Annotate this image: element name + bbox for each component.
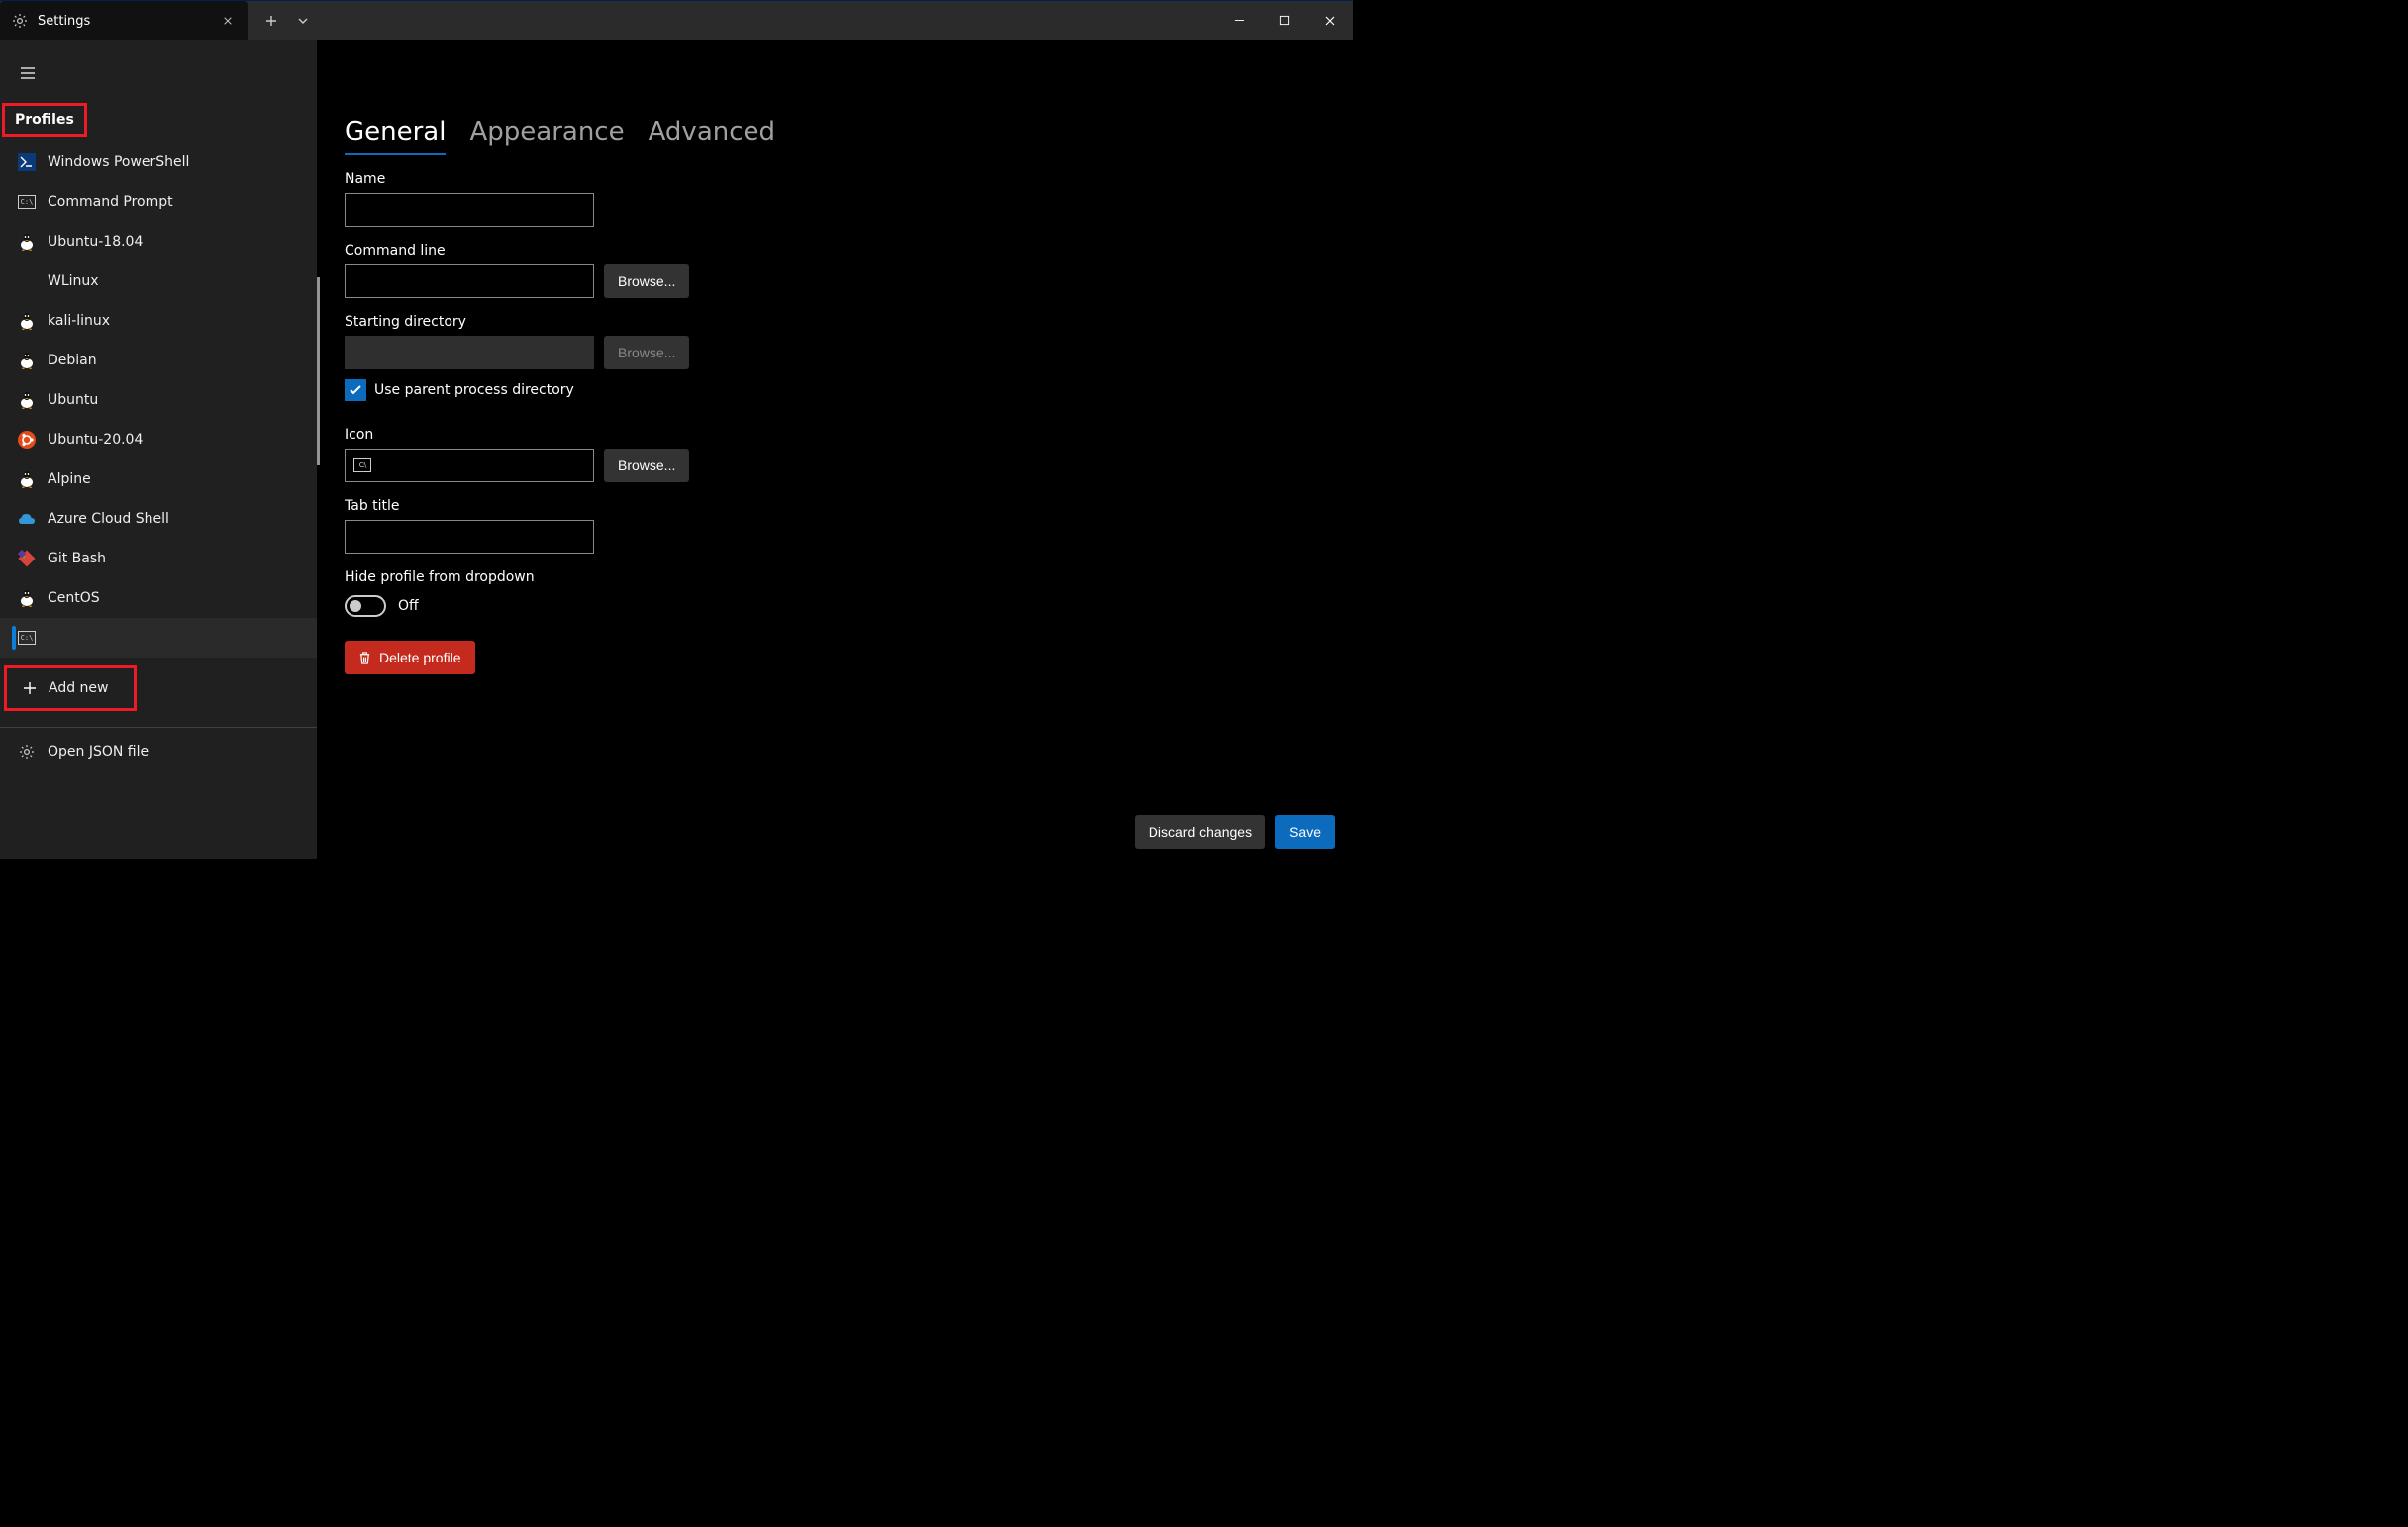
commandline-input[interactable] xyxy=(345,264,594,298)
maximize-button[interactable] xyxy=(1261,1,1307,40)
git-icon xyxy=(18,550,36,567)
blank-icon xyxy=(18,272,36,290)
hide-label: Hide profile from dropdown xyxy=(345,569,1353,585)
sidebar-item-current[interactable]: C:\ xyxy=(0,618,317,658)
cmd-icon: C:\ xyxy=(353,458,371,472)
main-content: General Appearance Advanced Name Command… xyxy=(317,40,1353,859)
cmd-icon: C:\ xyxy=(18,629,36,647)
close-window-button[interactable] xyxy=(1307,1,1353,40)
sidebar-item-cmd[interactable]: C:\ Command Prompt xyxy=(0,182,317,222)
sidebar-item-alpine[interactable]: Alpine xyxy=(0,459,317,499)
ubuntu-icon xyxy=(18,431,36,449)
sidebar-item-label: kali-linux xyxy=(48,313,110,329)
toggle-knob xyxy=(350,600,361,612)
profiles-header: Profiles xyxy=(2,103,87,137)
delete-profile-label: Delete profile xyxy=(379,650,461,665)
tab-appearance[interactable]: Appearance xyxy=(469,117,624,155)
sidebar-item-label: WLinux xyxy=(48,273,99,289)
settings-tab-label: Settings xyxy=(38,14,90,29)
add-new-highlight: Add new xyxy=(4,665,137,711)
sidebar: Profiles Windows PowerShell C:\ Command … xyxy=(0,40,317,859)
startdir-browse-button: Browse... xyxy=(604,336,689,369)
use-parent-checkbox[interactable]: Use parent process directory xyxy=(345,379,1353,401)
selected-marker xyxy=(12,626,16,650)
cmd-icon: C:\ xyxy=(18,193,36,211)
tab-advanced[interactable]: Advanced xyxy=(649,117,775,155)
sidebar-item-git[interactable]: Git Bash xyxy=(0,539,317,578)
add-new-label: Add new xyxy=(49,680,109,696)
sidebar-item-debian[interactable]: Debian xyxy=(0,341,317,380)
discard-changes-button[interactable]: Discard changes xyxy=(1135,815,1265,849)
sidebar-item-centos[interactable]: CentOS xyxy=(0,578,317,618)
use-parent-label: Use parent process directory xyxy=(374,382,574,398)
sidebar-item-label: CentOS xyxy=(48,590,100,606)
gear-icon xyxy=(12,13,28,29)
new-tab-button[interactable] xyxy=(257,7,285,35)
titlebar: Settings xyxy=(0,0,1353,40)
name-label: Name xyxy=(345,171,1353,187)
hide-toggle-state: Off xyxy=(398,598,419,614)
plus-icon xyxy=(23,681,37,695)
icon-input[interactable]: C:\ xyxy=(345,449,594,482)
sidebar-item-label: Ubuntu-18.04 xyxy=(48,234,143,250)
tabtitle-input[interactable] xyxy=(345,520,594,554)
profile-list: Windows PowerShell C:\ Command Prompt Ub… xyxy=(0,143,317,658)
sidebar-item-wlinux[interactable]: WLinux xyxy=(0,261,317,301)
save-button[interactable]: Save xyxy=(1275,815,1335,849)
sidebar-item-label: Azure Cloud Shell xyxy=(48,511,169,527)
sidebar-item-label: Git Bash xyxy=(48,551,106,566)
sidebar-item-ubuntu1804[interactable]: Ubuntu-18.04 xyxy=(0,222,317,261)
minimize-button[interactable] xyxy=(1216,1,1261,40)
sidebar-item-kali[interactable]: kali-linux xyxy=(0,301,317,341)
gear-icon xyxy=(18,743,36,761)
sidebar-item-label: Debian xyxy=(48,353,97,368)
sidebar-item-label: Command Prompt xyxy=(48,194,173,210)
powershell-icon xyxy=(18,153,36,171)
tux-icon xyxy=(18,312,36,330)
icon-browse-button[interactable]: Browse... xyxy=(604,449,689,482)
footer-bar: Discard changes Save xyxy=(317,805,1353,859)
tux-icon xyxy=(18,391,36,409)
tux-icon xyxy=(18,233,36,251)
hide-toggle[interactable] xyxy=(345,595,386,617)
sidebar-item-label: Ubuntu-20.04 xyxy=(48,432,143,448)
delete-profile-button[interactable]: Delete profile xyxy=(345,641,475,674)
commandline-browse-button[interactable]: Browse... xyxy=(604,264,689,298)
settings-tab[interactable]: Settings xyxy=(0,1,248,41)
startdir-input xyxy=(345,336,594,369)
tux-icon xyxy=(18,470,36,488)
checkmark-icon xyxy=(345,379,366,401)
sidebar-item-label: Ubuntu xyxy=(48,392,98,408)
sidebar-item-ubuntu[interactable]: Ubuntu xyxy=(0,380,317,420)
commandline-label: Command line xyxy=(345,243,1353,258)
tab-dropdown-button[interactable] xyxy=(289,7,317,35)
tab-general[interactable]: General xyxy=(345,117,446,155)
tux-icon xyxy=(18,352,36,369)
profile-tabs: General Appearance Advanced xyxy=(345,117,1353,155)
sidebar-item-label: Windows PowerShell xyxy=(48,154,189,170)
sidebar-item-ubuntu2004[interactable]: Ubuntu-20.04 xyxy=(0,420,317,459)
sidebar-divider xyxy=(0,727,317,728)
close-tab-icon[interactable] xyxy=(220,13,236,29)
add-new-button[interactable]: Add new xyxy=(7,668,134,708)
open-json-button[interactable]: Open JSON file xyxy=(0,732,317,771)
hamburger-button[interactable] xyxy=(8,53,48,93)
sidebar-item-azure[interactable]: Azure Cloud Shell xyxy=(0,499,317,539)
open-json-label: Open JSON file xyxy=(48,744,149,760)
sidebar-item-label: Alpine xyxy=(48,471,91,487)
trash-icon xyxy=(358,651,371,665)
tux-icon xyxy=(18,589,36,607)
startdir-label: Starting directory xyxy=(345,314,1353,330)
azure-icon xyxy=(18,510,36,528)
icon-label: Icon xyxy=(345,427,1353,443)
tabtitle-label: Tab title xyxy=(345,498,1353,514)
name-input[interactable] xyxy=(345,193,594,227)
sidebar-item-powershell[interactable]: Windows PowerShell xyxy=(0,143,317,182)
